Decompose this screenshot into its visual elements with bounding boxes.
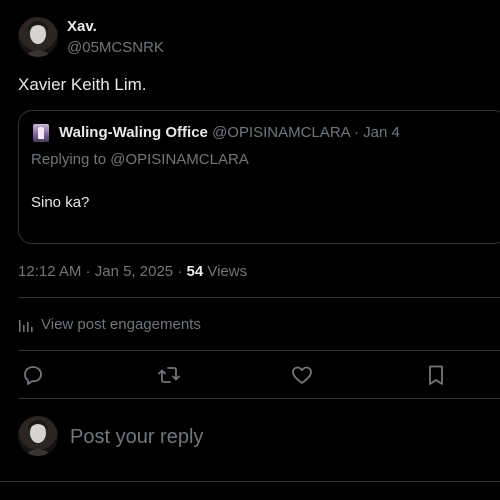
author-avatar[interactable] <box>18 17 58 57</box>
post-text: Xavier Keith Lim. <box>18 75 147 94</box>
reply-icon <box>24 366 42 385</box>
author-name[interactable]: Xav. <box>67 18 97 35</box>
replying-to-handle[interactable]: @OPISINAMCLARA <box>110 151 249 168</box>
meta-separator: · <box>81 263 95 280</box>
current-user-avatar <box>18 416 58 456</box>
views-count: 54 <box>186 263 204 280</box>
divider <box>18 350 500 351</box>
repost-button[interactable] <box>157 363 181 387</box>
quote-date: Jan 4 <box>363 124 400 141</box>
post-meta: 12:12 AM · Jan 5, 2025 · 54 Views <box>18 263 247 280</box>
heart-icon <box>292 366 312 384</box>
analytics-icon <box>19 319 33 332</box>
quote-author-handle: @OPISINAMCLARA <box>212 124 350 141</box>
divider <box>0 481 500 482</box>
reply-button[interactable] <box>21 363 45 387</box>
post-time[interactable]: 12:12 AM <box>18 263 81 280</box>
author-handle[interactable]: @05MCSNRK <box>67 39 164 56</box>
like-button[interactable] <box>290 363 314 387</box>
repost-icon <box>158 367 180 383</box>
meta-separator: · <box>173 263 187 280</box>
post-date[interactable]: Jan 5, 2025 <box>95 263 173 280</box>
views-label: Views <box>203 263 248 280</box>
quote-avatar <box>33 124 49 142</box>
quote-text: Sino ka? <box>31 194 90 211</box>
reply-input[interactable] <box>68 420 482 454</box>
replying-to-prefix: Replying to <box>31 151 111 168</box>
bookmark-icon <box>429 365 443 385</box>
divider <box>18 297 500 298</box>
replying-to: Replying to @OPISINAMCLARA <box>31 151 249 168</box>
quote-header: Waling-Waling Office @OPISINAMCLARA · Ja… <box>59 124 400 141</box>
quoted-post-card[interactable]: Waling-Waling Office @OPISINAMCLARA · Ja… <box>18 110 500 244</box>
view-engagements-link[interactable]: View post engagements <box>18 316 201 333</box>
quote-separator: · <box>349 124 364 141</box>
quote-author-name: Waling-Waling Office <box>59 124 208 141</box>
divider <box>18 398 500 399</box>
view-engagements-label: View post engagements <box>41 316 201 333</box>
bookmark-button[interactable] <box>424 363 448 387</box>
